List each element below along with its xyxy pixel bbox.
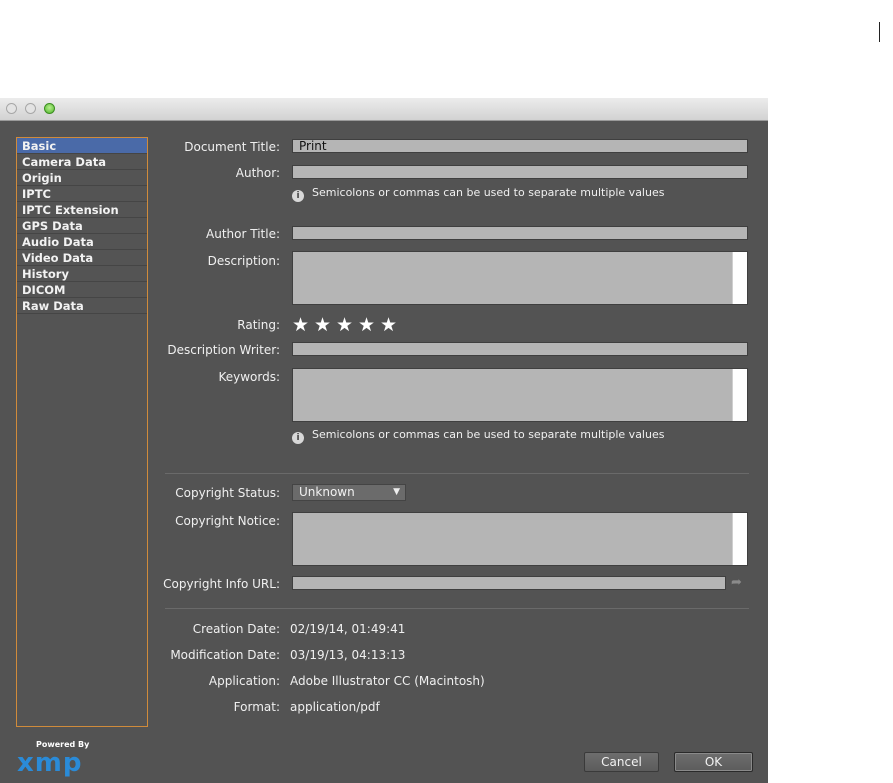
keywords-scrollbar[interactable] bbox=[732, 369, 747, 421]
rating-label: Rating: bbox=[237, 318, 280, 332]
sidebar-item-audio-data[interactable]: Audio Data bbox=[17, 234, 147, 250]
copyright-notice-label: Copyright Notice: bbox=[175, 514, 280, 528]
file-info-dialog: Basic Camera Data Origin IPTC IPTC Exten… bbox=[0, 98, 768, 783]
title-bar bbox=[0, 98, 768, 121]
share-arrow-icon[interactable]: ➦ bbox=[731, 575, 742, 590]
page-edge-mark bbox=[879, 22, 880, 42]
author-hint: i Semicolons or commas can be used to sep… bbox=[292, 186, 664, 202]
zoom-window-button[interactable] bbox=[44, 103, 55, 114]
creation-date-label: Creation Date: bbox=[192, 622, 280, 636]
sidebar-item-camera-data[interactable]: Camera Data bbox=[17, 154, 147, 170]
info-icon: i bbox=[292, 432, 304, 444]
sidebar-item-iptc-extension[interactable]: IPTC Extension bbox=[17, 202, 147, 218]
copyright-url-label: Copyright Info URL: bbox=[163, 577, 280, 591]
chevron-down-icon: ▼ bbox=[393, 487, 400, 497]
cancel-button[interactable]: Cancel bbox=[584, 752, 659, 772]
keywords-textarea[interactable] bbox=[292, 368, 748, 422]
author-title-field[interactable] bbox=[292, 226, 748, 240]
sidebar-item-raw-data[interactable]: Raw Data bbox=[17, 298, 147, 314]
author-field[interactable] bbox=[292, 165, 748, 179]
document-title-label: Document Title: bbox=[184, 140, 280, 154]
sidebar-item-history[interactable]: History bbox=[17, 266, 147, 282]
ok-button[interactable]: OK bbox=[674, 752, 753, 772]
category-sidebar: Basic Camera Data Origin IPTC IPTC Exten… bbox=[16, 137, 148, 727]
modification-date-label: Modification Date: bbox=[170, 648, 280, 662]
author-label: Author: bbox=[235, 166, 280, 180]
close-window-button[interactable] bbox=[6, 103, 17, 114]
sidebar-item-video-data[interactable]: Video Data bbox=[17, 250, 147, 266]
sidebar-item-origin[interactable]: Origin bbox=[17, 170, 147, 186]
sidebar-item-gps-data[interactable]: GPS Data bbox=[17, 218, 147, 234]
minimize-window-button[interactable] bbox=[25, 103, 36, 114]
author-hint-text: Semicolons or commas can be used to sepa… bbox=[312, 186, 665, 199]
description-label: Description: bbox=[207, 254, 280, 268]
copyright-notice-scrollbar[interactable] bbox=[732, 513, 747, 565]
sidebar-item-basic[interactable]: Basic bbox=[17, 138, 147, 154]
rating-stars: ★ ★ ★ ★ ★ bbox=[292, 316, 402, 335]
application-value: Adobe Illustrator CC (Macintosh) bbox=[290, 674, 485, 688]
star-icon[interactable]: ★ bbox=[358, 316, 380, 335]
copyright-status-value: Unknown bbox=[299, 485, 355, 499]
author-title-label: Author Title: bbox=[206, 227, 280, 241]
format-value: application/pdf bbox=[290, 700, 380, 714]
star-icon[interactable]: ★ bbox=[314, 316, 336, 335]
description-writer-field[interactable] bbox=[292, 342, 748, 356]
section-divider bbox=[165, 608, 749, 609]
star-icon[interactable]: ★ bbox=[336, 316, 358, 335]
format-label: Format: bbox=[233, 700, 280, 714]
xmp-logo: xmp bbox=[17, 748, 83, 778]
star-icon[interactable]: ★ bbox=[292, 316, 314, 335]
copyright-notice-textarea[interactable] bbox=[292, 512, 748, 566]
description-textarea[interactable] bbox=[292, 251, 748, 305]
sidebar-item-iptc[interactable]: IPTC bbox=[17, 186, 147, 202]
sidebar-item-dicom[interactable]: DICOM bbox=[17, 282, 147, 298]
section-divider bbox=[165, 473, 749, 474]
star-icon[interactable]: ★ bbox=[380, 316, 402, 335]
document-title-field[interactable] bbox=[292, 139, 748, 153]
application-label: Application: bbox=[208, 674, 280, 688]
copyright-status-label: Copyright Status: bbox=[175, 486, 280, 500]
keywords-hint-text: Semicolons or commas can be used to sepa… bbox=[312, 428, 665, 441]
keywords-hint: i Semicolons or commas can be used to sep… bbox=[292, 428, 664, 444]
description-writer-label: Description Writer: bbox=[167, 343, 280, 357]
modification-date-value: 03/19/13, 04:13:13 bbox=[290, 648, 406, 662]
copyright-url-field[interactable] bbox=[292, 576, 726, 590]
creation-date-value: 02/19/14, 01:49:41 bbox=[290, 622, 406, 636]
description-scrollbar[interactable] bbox=[732, 252, 747, 304]
keywords-label: Keywords: bbox=[218, 370, 280, 384]
copyright-status-select[interactable]: Unknown ▼ bbox=[292, 484, 406, 501]
info-icon: i bbox=[292, 190, 304, 202]
